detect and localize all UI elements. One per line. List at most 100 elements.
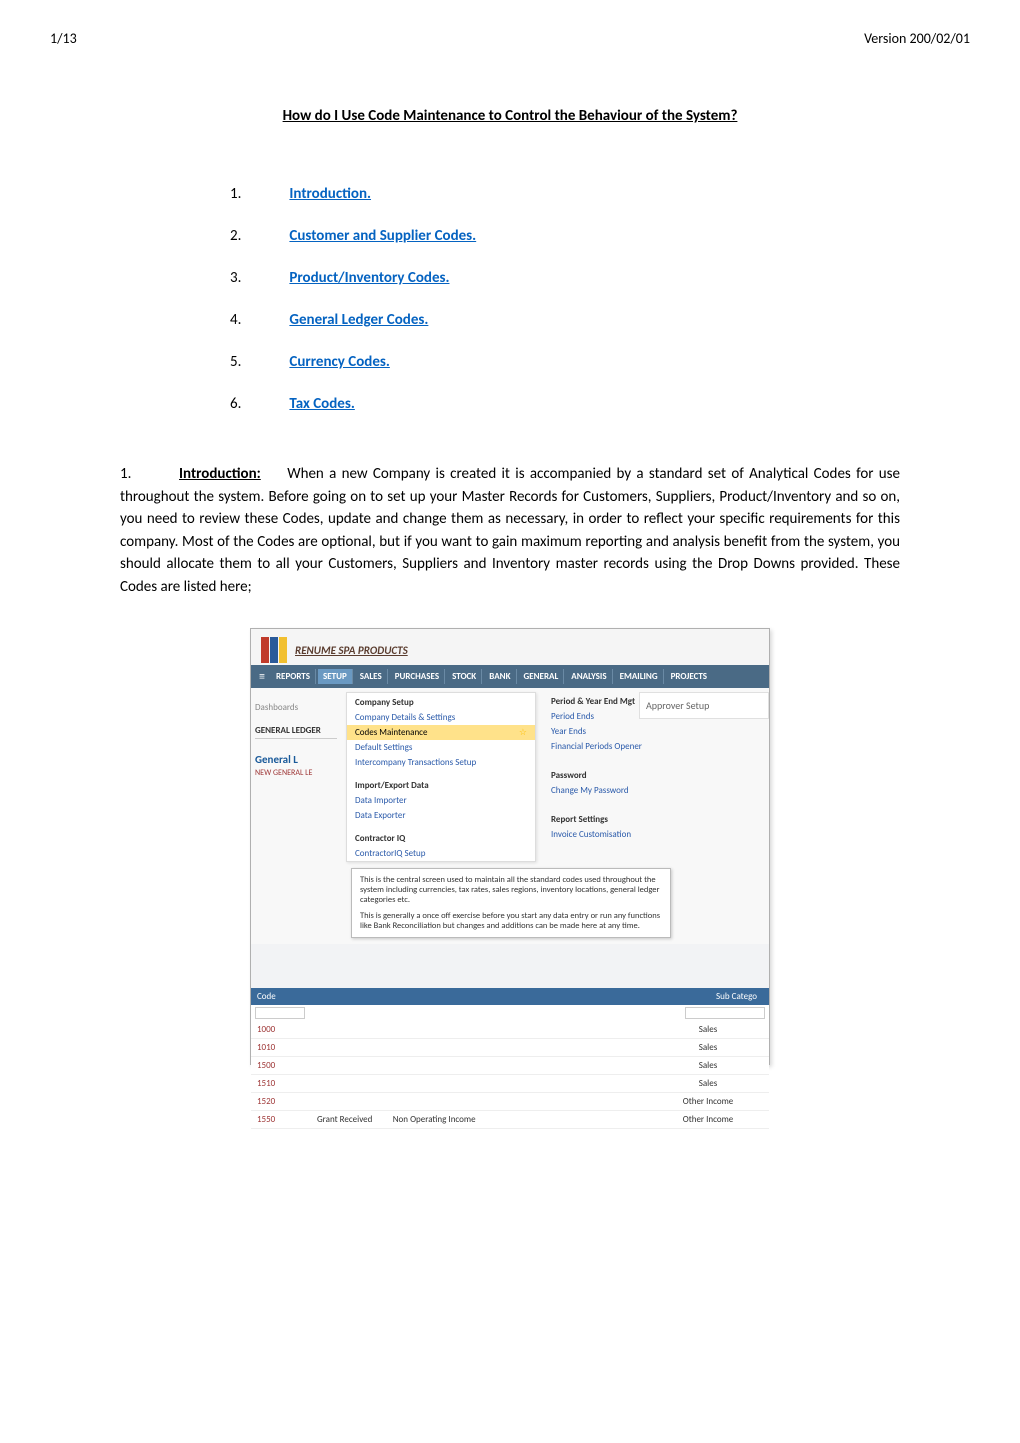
gl-code-table: Code Sub Catego 1000 Sales 1010 Sales 15…	[251, 988, 769, 1129]
dropdown-heading-company-setup: Company Setup	[347, 693, 535, 710]
toc-link-tax[interactable]: Tax Codes.	[289, 395, 354, 413]
nav-reports[interactable]: REPORTS	[271, 669, 316, 684]
sidebar-new-gl-link[interactable]: NEW GENERAL LE	[255, 768, 337, 778]
sidebar-dashboards[interactable]: Dashboards	[255, 702, 337, 713]
app-content: Dashboards GENERAL LEDGER General L NEW …	[251, 688, 769, 944]
toc-item: 2. Customer and Supplier Codes.	[230, 227, 970, 245]
tooltip-paragraph-1: This is the central screen used to maint…	[360, 875, 662, 905]
nav-general[interactable]: GENERAL	[519, 669, 565, 684]
toc-number: 5.	[230, 353, 286, 371]
setup-dropdown-col1: Company Setup Company Details & Settings…	[346, 692, 536, 862]
star-icon: ☆	[519, 727, 527, 738]
cell-desc: Grant Received Non Operating Income	[317, 1114, 653, 1125]
cell-code: 1550	[257, 1114, 317, 1125]
cell-category: Sales	[653, 1060, 763, 1071]
cell-desc	[317, 1042, 653, 1053]
intro-text: When a new Company is created it is acco…	[120, 465, 900, 596]
cell-code: 1510	[257, 1078, 317, 1089]
column-header-code[interactable]: Code	[257, 991, 317, 1002]
toc-number: 1.	[230, 185, 286, 203]
table-header-row: Code Sub Catego	[251, 988, 769, 1005]
tooltip-paragraph-2: This is generally a once off exercise be…	[360, 911, 662, 931]
nav-analysis[interactable]: ANALYSIS	[566, 669, 612, 684]
cell-desc	[317, 1060, 653, 1071]
nav-purchases[interactable]: PURCHASES	[390, 669, 445, 684]
cell-category: Other Income	[653, 1096, 763, 1107]
cell-category: Other Income	[653, 1114, 763, 1125]
toc-link-customer-supplier[interactable]: Customer and Supplier Codes.	[289, 227, 476, 245]
dropdown-heading-password: Password	[551, 766, 711, 783]
intro-paragraph: 1. Introduction: When a new Company is c…	[120, 463, 900, 598]
nav-sales[interactable]: SALES	[355, 669, 388, 684]
nav-bank[interactable]: BANK	[484, 669, 516, 684]
cell-category: Sales	[653, 1078, 763, 1089]
cell-category: Sales	[653, 1024, 763, 1035]
dropdown-link-data-exporter[interactable]: Data Exporter	[347, 808, 535, 823]
sidebar-gl-heading: General L	[255, 753, 337, 766]
dropdown-link-codes-maintenance[interactable]: Codes Maintenance☆	[347, 725, 535, 740]
document-title: How do I Use Code Maintenance to Control…	[50, 107, 970, 125]
embedded-screenshot: RENUME SPA PRODUCTS ≡ REPORTS SETUP SALE…	[250, 628, 770, 1065]
cell-desc	[317, 1078, 653, 1089]
app-logo-icon	[261, 637, 287, 663]
table-row[interactable]: 1000 Sales	[251, 1021, 769, 1039]
toc-number: 2.	[230, 227, 286, 245]
dropdown-heading-report-settings: Report Settings	[551, 810, 711, 827]
table-row[interactable]: 1500 Sales	[251, 1057, 769, 1075]
dropdown-heading-contractor-iq: Contractor IQ	[347, 829, 535, 846]
toc-link-product-inventory[interactable]: Product/Inventory Codes.	[289, 269, 449, 287]
nav-stock[interactable]: STOCK	[447, 669, 482, 684]
cell-desc	[317, 1096, 653, 1107]
table-filter-row	[251, 1005, 769, 1021]
cell-code: 1000	[257, 1024, 317, 1035]
sidebar: Dashboards GENERAL LEDGER General L NEW …	[251, 688, 341, 944]
filter-input-subcategory[interactable]	[685, 1007, 765, 1019]
cell-desc	[317, 1024, 653, 1035]
sidebar-general-ledger-label: GENERAL LEDGER	[255, 725, 337, 739]
dropdown-link-company-details[interactable]: Company Details & Settings	[347, 710, 535, 725]
toc-item: 3. Product/Inventory Codes.	[230, 269, 970, 287]
app-brand-name: RENUME SPA PRODUCTS	[295, 644, 408, 657]
dropdown-link-data-importer[interactable]: Data Importer	[347, 793, 535, 808]
cell-code: 1010	[257, 1042, 317, 1053]
toc-item: 4. General Ledger Codes.	[230, 311, 970, 329]
toc-item: 1. Introduction.	[230, 185, 970, 203]
intro-heading: Introduction:	[179, 465, 261, 483]
toc-link-introduction[interactable]: Introduction.	[289, 185, 371, 203]
dropdown-link-intercompany[interactable]: Intercompany Transactions Setup	[347, 755, 535, 770]
page-header: 1/13 Version 200/02/01	[50, 30, 970, 47]
app-header: RENUME SPA PRODUCTS	[251, 629, 769, 665]
cell-category: Sales	[653, 1042, 763, 1053]
nav-setup[interactable]: SETUP	[318, 669, 353, 684]
table-row[interactable]: 1520 Other Income	[251, 1093, 769, 1111]
dropdown-link-default-settings[interactable]: Default Settings	[347, 740, 535, 755]
toc-number: 4.	[230, 311, 286, 329]
cell-code: 1500	[257, 1060, 317, 1071]
table-row[interactable]: 1010 Sales	[251, 1039, 769, 1057]
version-label: Version 200/02/01	[864, 30, 970, 47]
nav-projects[interactable]: PROJECTS	[666, 669, 712, 684]
dropdown-link-contractoriq-setup[interactable]: ContractorIQ Setup	[347, 846, 535, 861]
table-of-contents: 1. Introduction. 2. Customer and Supplie…	[230, 185, 970, 413]
toc-link-currency[interactable]: Currency Codes.	[289, 353, 389, 371]
dropdown-link-financial-periods[interactable]: Financial Periods Opener	[551, 739, 711, 754]
tooltip-help-text: This is the central screen used to maint…	[351, 868, 671, 938]
approver-setup-panel: Approver Setup	[639, 692, 769, 719]
table-row[interactable]: 1550 Grant Received Non Operating Income…	[251, 1111, 769, 1129]
toc-number: 6.	[230, 395, 286, 413]
dropdown-heading-import-export: Import/Export Data	[347, 776, 535, 793]
toc-link-general-ledger[interactable]: General Ledger Codes.	[289, 311, 428, 329]
intro-number: 1.	[120, 465, 131, 483]
page-number: 1/13	[50, 30, 77, 47]
dropdown-link-year-ends[interactable]: Year Ends	[551, 724, 711, 739]
hamburger-icon[interactable]: ≡	[259, 670, 265, 684]
table-row[interactable]: 1510 Sales	[251, 1075, 769, 1093]
toc-item: 5. Currency Codes.	[230, 353, 970, 371]
column-header-subcategory[interactable]: Sub Catego	[317, 991, 763, 1002]
dropdown-link-change-password[interactable]: Change My Password	[551, 783, 711, 798]
dropdown-link-invoice-customisation[interactable]: Invoice Customisation	[551, 827, 711, 842]
nav-emailing[interactable]: EMAILING	[615, 669, 664, 684]
main-navbar: ≡ REPORTS SETUP SALES PURCHASES STOCK BA…	[251, 665, 769, 688]
toc-number: 3.	[230, 269, 286, 287]
filter-input-code[interactable]	[255, 1007, 305, 1019]
